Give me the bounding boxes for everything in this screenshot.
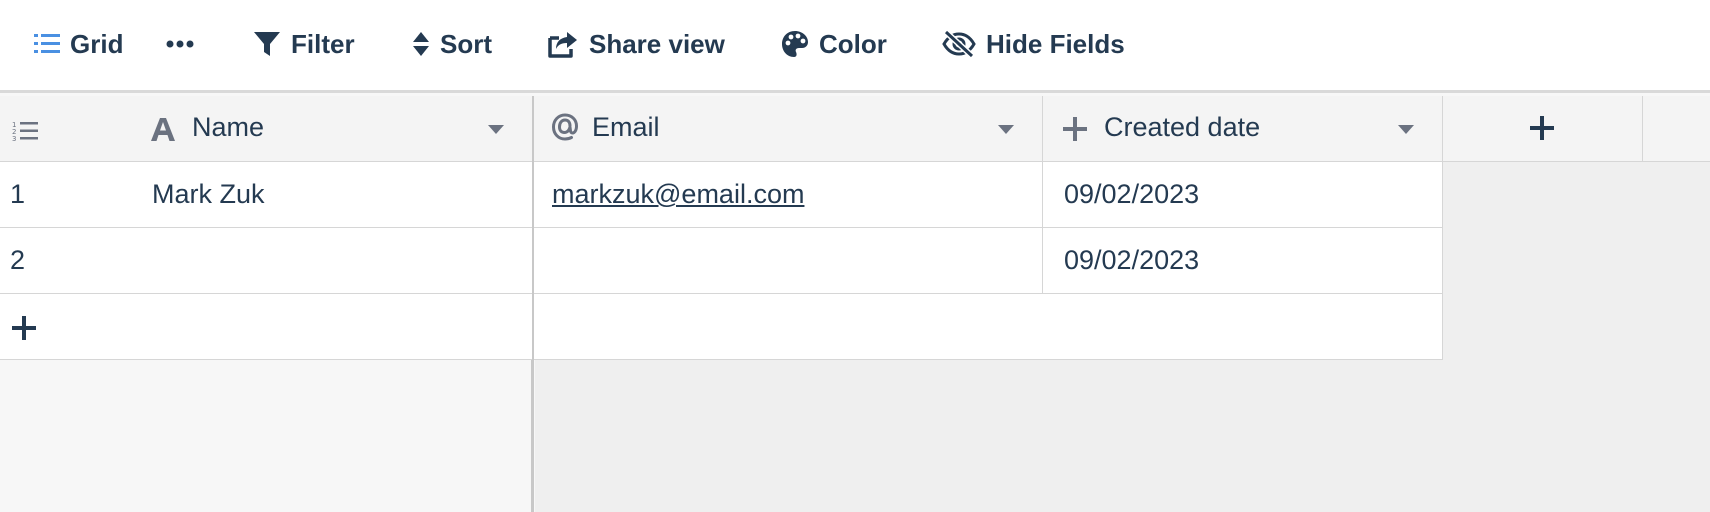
eye-slash-icon <box>942 30 976 58</box>
filter-button[interactable]: Filter <box>253 24 355 64</box>
hide-fields-label: Hide Fields <box>986 28 1125 59</box>
filter-icon <box>253 30 281 58</box>
created-date-cell[interactable]: 09/02/2023 <box>1043 162 1443 228</box>
row-count: 1 <box>10 179 26 209</box>
palette-icon <box>781 30 809 58</box>
column-header-created-date[interactable]: Created date <box>1043 96 1443 162</box>
hamburger-icon <box>34 32 60 56</box>
more-options-button[interactable] <box>166 24 194 64</box>
add-row-filler[interactable] <box>533 294 1443 360</box>
more-icon <box>166 39 194 49</box>
chevron-down-icon[interactable] <box>488 125 504 134</box>
share-view-button[interactable]: Share view <box>547 24 725 64</box>
view-toolbar: Grid Filter Sort Share view Color Hide F… <box>0 0 1710 93</box>
column-label-email: Email <box>592 112 660 142</box>
share-icon <box>547 30 579 58</box>
email-cell[interactable]: markzuk@email.com <box>533 162 1043 228</box>
filter-label: Filter <box>291 28 355 59</box>
row-count-icon: 1 2 3 <box>12 118 40 149</box>
email-cell[interactable] <box>533 228 1043 294</box>
created-date-cell[interactable]: 09/02/2023 <box>1043 228 1443 294</box>
sort-button[interactable]: Sort <box>412 24 492 64</box>
created-date-value: 09/02/2023 <box>1064 179 1200 209</box>
add-row-button[interactable] <box>0 294 533 360</box>
add-column-button[interactable] <box>1443 96 1643 162</box>
sort-label: Sort <box>440 28 492 59</box>
plus-type-icon <box>1062 116 1088 142</box>
text-type-icon <box>150 116 176 142</box>
chevron-down-icon[interactable] <box>1398 125 1414 134</box>
column-label-created-date: Created date <box>1104 112 1261 142</box>
created-date-value: 09/02/2023 <box>1064 245 1200 275</box>
hide-fields-button[interactable]: Hide Fields <box>942 24 1125 64</box>
plus-icon <box>12 316 36 347</box>
table-row[interactable]: 1 Mark Zuk <box>0 162 533 228</box>
header-filler <box>1643 96 1710 162</box>
grid-view-button[interactable]: Grid <box>34 24 123 64</box>
chevron-down-icon[interactable] <box>998 125 1014 134</box>
column-label-name: Name <box>192 112 265 142</box>
column-header-email[interactable]: Email <box>533 96 1043 162</box>
sort-icon <box>412 31 430 57</box>
svg-text:3: 3 <box>12 135 16 142</box>
at-sign-icon <box>552 113 578 141</box>
row-count: 2 <box>10 245 26 275</box>
table-row[interactable]: 2 <box>0 228 533 294</box>
column-header-name[interactable]: 1 2 3 Name <box>0 96 533 162</box>
plus-icon <box>1530 116 1554 147</box>
name-cell[interactable]: Mark Zuk <box>152 179 265 210</box>
email-link[interactable]: markzuk@email.com <box>552 179 804 210</box>
frozen-divider <box>532 96 534 512</box>
share-view-label: Share view <box>589 28 725 59</box>
color-button[interactable]: Color <box>781 24 887 64</box>
grid-view-label: Grid <box>70 28 124 59</box>
color-label: Color <box>819 28 887 59</box>
